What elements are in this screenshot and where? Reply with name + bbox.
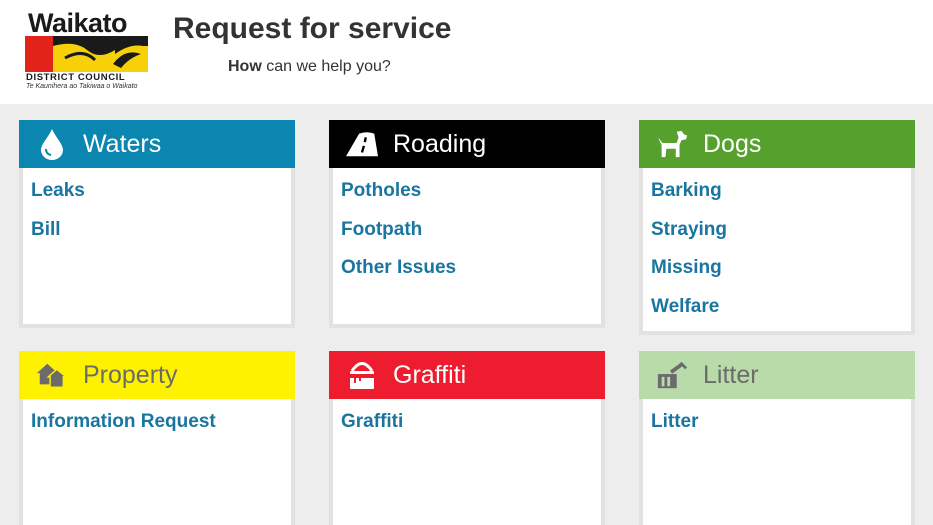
service-link-footpath[interactable]: Footpath (341, 218, 601, 257)
category-card-roading: Roading Potholes Footpath Other Issues (329, 120, 605, 328)
service-link-information-request[interactable]: Information Request (31, 410, 291, 449)
logo-council-text: DISTRICT COUNCIL (26, 72, 126, 83)
service-link-bill[interactable]: Bill (31, 218, 291, 257)
page-subtitle-rest: can we help you? (261, 58, 391, 75)
logo-tagline: Te Kaunihera ao Takiwaa o Waikato (26, 83, 138, 90)
category-links: Graffiti (333, 399, 601, 449)
category-links: Barking Straying Missing Welfare (643, 168, 911, 333)
category-title: Property (83, 360, 178, 389)
category-title: Dogs (703, 129, 762, 158)
category-title: Waters (83, 129, 162, 158)
category-links: Potholes Footpath Other Issues (333, 168, 601, 295)
service-link-graffiti[interactable]: Graffiti (341, 410, 601, 449)
category-card-property: Property Information Request (19, 351, 295, 525)
water-drop-icon (36, 128, 68, 160)
service-link-litter[interactable]: Litter (651, 410, 911, 449)
council-logo[interactable]: Waikato DISTRICT COUNCIL Te Kaunihera ao… (24, 8, 150, 94)
page-title: Request for service (173, 12, 451, 46)
dog-icon (656, 128, 688, 160)
service-link-straying[interactable]: Straying (651, 218, 911, 257)
category-title: Graffiti (393, 360, 467, 389)
category-card-dogs: Dogs Barking Straying Missing Welfare (639, 120, 915, 335)
page-title-rest: for service (291, 12, 452, 45)
category-header-roading[interactable]: Roading (329, 120, 605, 168)
service-link-potholes[interactable]: Potholes (341, 179, 601, 218)
service-link-welfare[interactable]: Welfare (651, 295, 911, 334)
category-links: Information Request (23, 399, 291, 449)
category-links: Leaks Bill (23, 168, 291, 256)
category-card-graffiti: Graffiti Graffiti (329, 351, 605, 525)
category-title: Roading (393, 129, 487, 158)
paint-can-icon (346, 359, 378, 391)
house-icon (36, 359, 68, 391)
logo-wordmark: Waikato (28, 8, 128, 38)
category-header-waters[interactable]: Waters (19, 120, 295, 168)
category-header-graffiti[interactable]: Graffiti (329, 351, 605, 399)
service-link-leaks[interactable]: Leaks (31, 179, 291, 218)
category-header-litter[interactable]: Litter (639, 351, 915, 399)
page-title-bold: Request (173, 12, 292, 45)
category-card-waters: Waters Leaks Bill (19, 120, 295, 328)
category-header-property[interactable]: Property (19, 351, 295, 399)
page-subtitle-bold: How (228, 58, 262, 75)
category-links: Litter (643, 399, 911, 449)
category-card-litter: Litter Litter (639, 351, 915, 525)
service-link-barking[interactable]: Barking (651, 179, 911, 218)
service-link-missing[interactable]: Missing (651, 256, 911, 295)
category-title: Litter (703, 360, 759, 389)
page-header: Waikato DISTRICT COUNCIL Te Kaunihera ao… (0, 0, 933, 104)
page-subtitle: How can we help you? (228, 58, 391, 76)
category-header-dogs[interactable]: Dogs (639, 120, 915, 168)
road-icon (346, 128, 378, 160)
litter-bin-icon (656, 359, 688, 391)
service-link-other-issues[interactable]: Other Issues (341, 256, 601, 295)
